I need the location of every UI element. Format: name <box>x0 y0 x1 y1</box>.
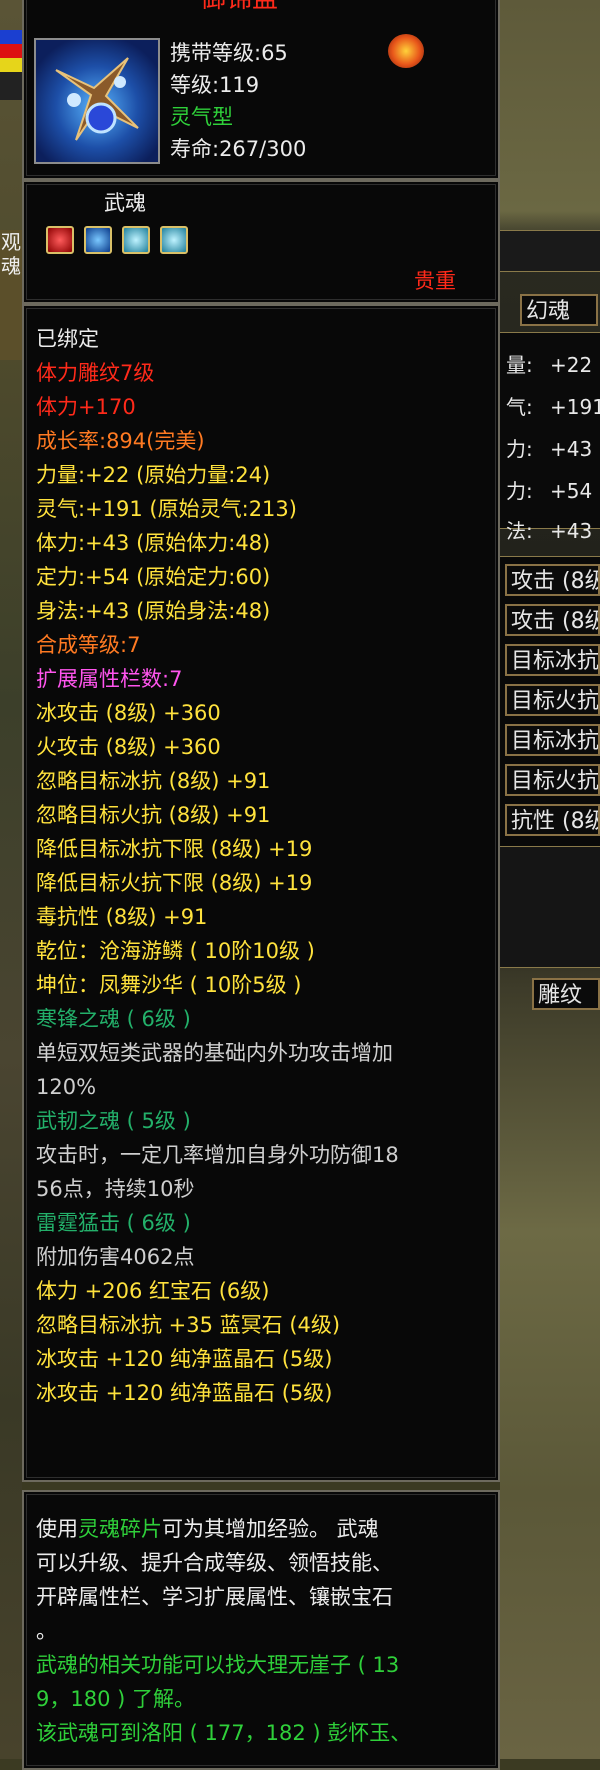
desc-line: 可以升级、提升合成等级、领悟技能、 <box>36 1551 393 1575</box>
skill-name: 雷霆猛击 ( 6级 ) <box>36 1211 191 1235</box>
ext-attr-row: 降低目标冰抗下限 (8级) +19 <box>36 837 313 861</box>
bound-status: 已绑定 <box>36 327 99 351</box>
desc-line: 开辟属性栏、学习扩展属性、镶嵌宝石 <box>36 1585 393 1609</box>
soul-label: 武魂 <box>104 191 146 215</box>
right-stat-row: 力: +43 <box>506 437 593 461</box>
right-ext-row[interactable]: 目标火抗 <box>505 764 600 796</box>
soul-fragment-link: 灵魂碎片 <box>78 1517 162 1541</box>
rarity-label: 贵重 <box>414 269 456 293</box>
item-level: 等级:119 <box>170 73 260 97</box>
attr-row: 体力:+43 (原始体力:48) <box>36 531 271 555</box>
kun-position: 坤位：凤舞沙华 ( 10阶5级 ) <box>36 973 302 997</box>
left-edge-text: 观魂 <box>0 230 22 360</box>
ext-attr-row: 火攻击 (8级) +360 <box>36 735 221 759</box>
skill-desc: 附加伤害4062点 <box>36 1245 195 1269</box>
left-color-bars <box>0 30 22 100</box>
attr-row: 灵气:+191 (原始灵气:213) <box>36 497 297 521</box>
engrave-bonus: 体力+170 <box>36 395 136 419</box>
ext-attr-row: 忽略目标冰抗 (8级) +91 <box>36 769 271 793</box>
desc-line: 。 <box>36 1619 57 1643</box>
ext-attr-row: 冰攻击 (8级) +360 <box>36 701 221 725</box>
desc-line: 该武魂可到洛阳 ( 177，182 ) 彭怀玉、 <box>36 1721 412 1745</box>
right-stat-row: 气: +191 <box>506 395 600 419</box>
skill-desc: 56点，持续10秒 <box>36 1177 195 1201</box>
gem-row: 忽略目标冰抗 +35 蓝冥石 (4级) <box>36 1313 341 1337</box>
right-lower-panel <box>500 846 600 968</box>
right-ext-row[interactable]: 目标火抗 <box>505 684 600 716</box>
attr-row: 定力:+54 (原始定力:60) <box>36 565 271 589</box>
skill-name: 寒锋之魂 ( 6级 ) <box>36 1007 191 1031</box>
gem-row: 体力 +206 红宝石 (6级) <box>36 1279 270 1303</box>
carry-level: 携带等级:65 <box>170 41 288 65</box>
blue-crystal-gem-icon[interactable] <box>160 226 188 254</box>
right-tab-diaowen[interactable]: 雕纹 <box>532 978 600 1010</box>
sapphire-gem-icon[interactable] <box>84 226 112 254</box>
synth-level: 合成等级:7 <box>36 633 141 657</box>
desc-line: 使用灵魂碎片可为其增加经验。 武魂 <box>36 1512 379 1546</box>
ext-attr-row: 降低目标火抗下限 (8级) +19 <box>36 871 313 895</box>
item-title: 御锦盖 <box>200 0 278 16</box>
skill-name: 武韧之魂 ( 5级 ) <box>36 1109 191 1133</box>
right-ext-row[interactable]: 抗性 (8级) <box>505 804 600 836</box>
item-type: 灵气型 <box>170 105 233 129</box>
growth-rate: 成长率:894(完美) <box>36 429 205 453</box>
desc-text: 使用 <box>36 1517 78 1541</box>
desc-line: 武魂的相关功能可以找大理无崖子 ( 13 <box>36 1653 400 1677</box>
ext-slot-count: 扩展属性栏数:7 <box>36 667 183 691</box>
soul-weapon-icon <box>55 57 139 141</box>
right-ext-row[interactable]: 目标冰抗 <box>505 644 600 676</box>
right-panel-strip <box>500 230 600 272</box>
right-stat-row: 法: +43 <box>506 519 593 543</box>
skill-desc: 单短双短类武器的基础内外功攻击增加 <box>36 1041 393 1065</box>
attr-row: 身法:+43 (原始身法:48) <box>36 599 271 623</box>
attr-row: 力量:+22 (原始力量:24) <box>36 463 271 487</box>
ruby-gem-icon[interactable] <box>46 226 74 254</box>
skill-desc: 120% <box>36 1075 97 1099</box>
right-ext-row[interactable]: 攻击 (8级) <box>505 604 600 636</box>
blue-crystal-gem-icon[interactable] <box>122 226 150 254</box>
lifespan: 寿命:267/300 <box>170 137 307 161</box>
right-tab-huanhun[interactable]: 幻魂 <box>520 294 598 326</box>
bind-flame-icon <box>388 34 424 68</box>
ext-attr-row: 毒抗性 (8级) +91 <box>36 905 208 929</box>
desc-line: 9，180 ) 了解。 <box>36 1687 195 1711</box>
desc-text: 可为其增加经验。 武魂 <box>162 1517 379 1541</box>
gem-row: 冰攻击 +120 纯净蓝晶石 (5级) <box>36 1347 333 1371</box>
right-ext-row[interactable]: 目标冰抗 <box>505 724 600 756</box>
right-ext-row[interactable]: 攻击 (8级) <box>505 564 600 596</box>
ext-attr-row: 忽略目标火抗 (8级) +91 <box>36 803 271 827</box>
item-icon[interactable] <box>34 38 160 164</box>
right-stat-row: 量: +22 <box>506 353 593 377</box>
gem-row: 冰攻击 +120 纯净蓝晶石 (5级) <box>36 1381 333 1405</box>
engrave-level: 体力雕纹7级 <box>36 361 155 385</box>
qian-position: 乾位：沧海游鳞 ( 10阶10级 ) <box>36 939 315 963</box>
right-stat-row: 力: +54 <box>506 479 593 503</box>
skill-desc: 攻击时，一定几率增加自身外功防御18 <box>36 1143 399 1167</box>
